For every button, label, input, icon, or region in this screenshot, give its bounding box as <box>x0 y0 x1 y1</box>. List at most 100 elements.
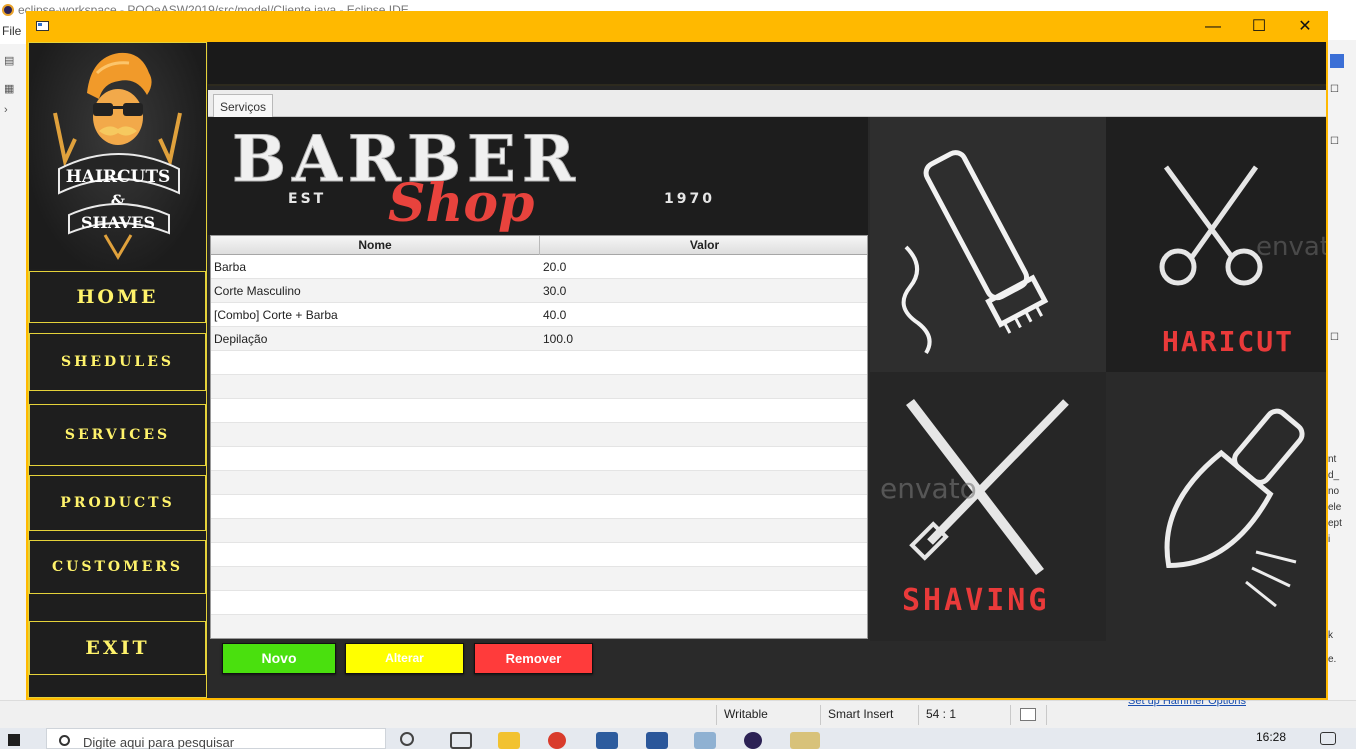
minimize-button[interactable]: — <box>1190 11 1236 42</box>
nav-customers-button[interactable]: CUSTOMERS <box>29 540 206 594</box>
cell-valor: 100.0 <box>543 332 574 346</box>
table-row[interactable] <box>211 495 867 519</box>
app-body: HAIRCUTS & SHAVES HOME SHEDULES SERVICES… <box>28 42 1326 698</box>
cell-nome: Depilação <box>214 332 268 346</box>
maximize-view-icon[interactable]: ☐ <box>1330 84 1339 95</box>
perspective-icon[interactable] <box>1330 54 1344 68</box>
new-file-icon[interactable]: ▤ <box>4 54 18 67</box>
sidebar: HAIRCUTS & SHAVES HOME SHEDULES SERVICES… <box>28 42 207 698</box>
table-row[interactable] <box>211 567 867 591</box>
windows-start-icon[interactable] <box>8 734 20 746</box>
eclipse-icon <box>2 4 14 16</box>
eclipse-right-panel: ☐ ☐ ☐ nt d_ no ele ept i k e. <box>1328 40 1356 704</box>
cell-valor <box>540 615 867 638</box>
cell-nome <box>211 543 540 567</box>
eclipse-left-toolbar: ▤ ▦ › <box>0 44 26 704</box>
windows-taskbar: Digite aqui para pesquisar 16:28 <box>0 728 1356 749</box>
services-table[interactable]: Nome Valor Barba 20.0 Corte Masculino 30.0 [… <box>210 235 868 639</box>
cell-nome: Corte Masculino <box>214 284 301 298</box>
barber-shop-banner-art: BARBER EST 1970 Shop <box>208 117 868 235</box>
taskbar-clock: 16:28 <box>1256 730 1287 744</box>
nav-services-button[interactable]: SERVICES <box>29 404 206 466</box>
envato-watermark: envato <box>1256 232 1326 262</box>
cell-valor <box>540 519 867 543</box>
taskbar-search-input[interactable]: Digite aqui para pesquisar <box>46 728 386 749</box>
status-insert-mode: Smart Insert <box>828 707 894 721</box>
maximize-view-icon[interactable]: ☐ <box>1330 332 1339 343</box>
maximize-button[interactable]: ☐ <box>1236 11 1282 42</box>
table-row[interactable]: [Combo] Corte + Barba 40.0 <box>211 303 867 327</box>
cell-valor <box>540 471 867 495</box>
cell-valor <box>540 423 867 447</box>
table-row[interactable]: Depilação 100.0 <box>211 327 867 351</box>
tab-servicos[interactable]: Serviços <box>213 94 274 117</box>
column-header-nome[interactable]: Nome <box>211 236 540 255</box>
novo-button[interactable]: Novo <box>222 643 336 674</box>
console-snippet: e. <box>1328 654 1337 665</box>
cortana-icon[interactable] <box>400 732 414 746</box>
cell-valor <box>540 567 867 591</box>
barbershop-app-window: — ☐ ✕ HAIRCUTS & SHAVES HOME SHEDULES SE… <box>26 11 1328 700</box>
taskbar-search-placeholder: Digite aqui para pesquisar <box>83 735 235 749</box>
tab-bar: Serviços <box>208 90 1326 117</box>
table-row[interactable] <box>211 351 867 375</box>
cell-valor: 40.0 <box>543 308 567 322</box>
alterar-button[interactable]: Alterar <box>345 643 464 674</box>
nav-products-button[interactable]: PRODUCTS <box>29 475 206 531</box>
table-row[interactable] <box>211 615 867 638</box>
table-row[interactable] <box>211 519 867 543</box>
logo-text-shaves: SHAVES <box>81 213 155 232</box>
notification-icon[interactable] <box>1320 732 1336 745</box>
console-snippet: ept <box>1328 518 1342 529</box>
cell-valor <box>540 375 867 399</box>
java-app-taskbar-icon[interactable] <box>790 732 820 749</box>
package-explorer-icon[interactable]: ▦ <box>4 82 18 95</box>
table-row[interactable] <box>211 543 867 567</box>
app-titlebar[interactable]: — ☐ ✕ <box>26 11 1328 42</box>
envato-watermark: envato <box>880 472 977 505</box>
haircuts-shaves-logo: HAIRCUTS & SHAVES <box>29 43 206 269</box>
app-icon[interactable] <box>694 732 716 749</box>
chrome-icon[interactable] <box>548 732 566 749</box>
cell-nome <box>211 423 540 447</box>
cell-nome <box>211 471 540 495</box>
eclipse-menu-file[interactable]: File <box>0 24 21 38</box>
tree-expand-icon[interactable]: › <box>4 104 18 116</box>
cell-nome <box>211 495 540 519</box>
task-view-icon[interactable] <box>450 732 472 749</box>
eclipse-taskbar-icon[interactable] <box>744 732 762 749</box>
remover-button[interactable]: Remover <box>474 643 593 674</box>
table-row[interactable] <box>211 423 867 447</box>
cell-valor <box>540 351 867 375</box>
cell-valor <box>540 495 867 519</box>
status-cursor-position: 54 : 1 <box>926 707 957 721</box>
table-row[interactable]: Barba 20.0 <box>211 255 867 279</box>
cell-nome: [Combo] Corte + Barba <box>214 308 338 322</box>
haircut-label: HARICUT <box>1162 325 1294 358</box>
table-row[interactable] <box>211 471 867 495</box>
maximize-view-icon[interactable]: ☐ <box>1330 136 1339 147</box>
status-lock-icon[interactable] <box>1020 708 1036 721</box>
cell-valor <box>540 399 867 423</box>
table-row[interactable] <box>211 591 867 615</box>
cell-nome <box>211 447 540 471</box>
table-row[interactable] <box>211 375 867 399</box>
hair-clipper-icon <box>870 117 1106 372</box>
column-header-valor[interactable]: Valor <box>540 236 867 255</box>
table-row[interactable]: Corte Masculino 30.0 <box>211 279 867 303</box>
table-row[interactable] <box>211 447 867 471</box>
cell-nome <box>211 591 540 615</box>
cell-valor: 20.0 <box>543 260 567 274</box>
file-explorer-icon[interactable] <box>498 732 520 749</box>
shaving-brush-icon <box>1106 372 1326 641</box>
nav-exit-button[interactable]: EXIT <box>29 621 206 675</box>
word-icon[interactable] <box>646 732 668 749</box>
eclipse-status-bar: Set up Hammer Options Writable Smart Ins… <box>0 695 1356 728</box>
cell-nome <box>211 615 540 638</box>
vscode-icon[interactable] <box>596 732 618 749</box>
nav-schedules-button[interactable]: SHEDULES <box>29 333 206 391</box>
table-row[interactable] <box>211 399 867 423</box>
close-button[interactable]: ✕ <box>1282 11 1328 42</box>
nav-home-button[interactable]: HOME <box>29 271 206 323</box>
console-snippet: k <box>1328 630 1333 641</box>
